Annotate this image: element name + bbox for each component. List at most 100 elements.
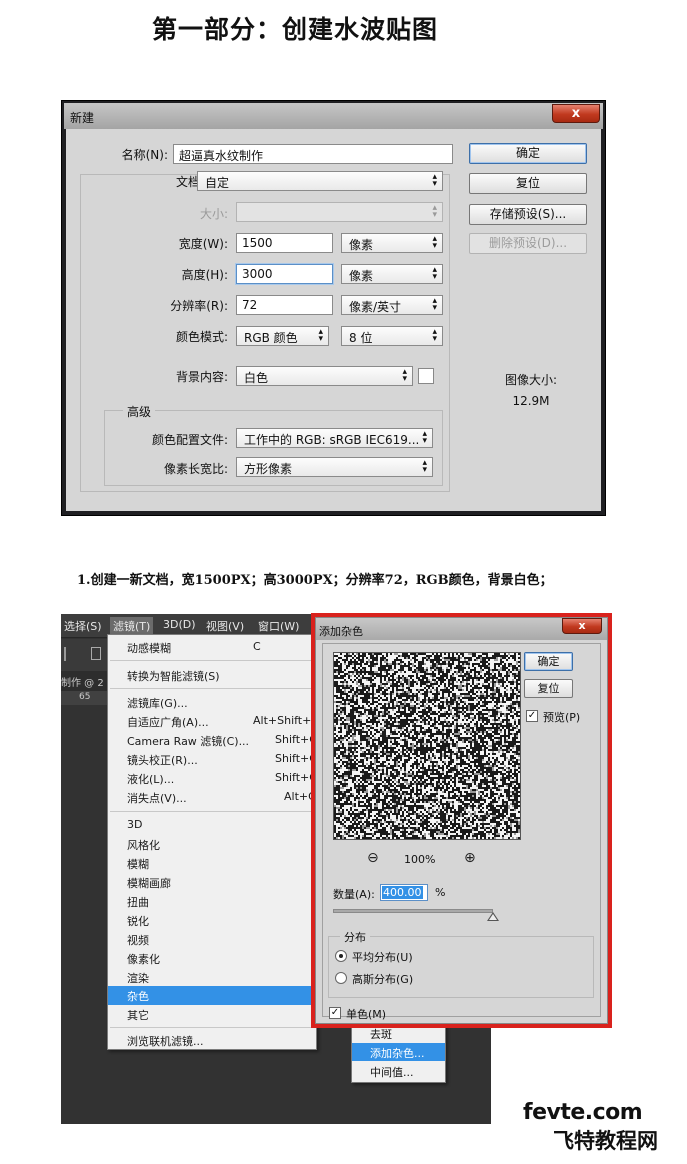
document-tab[interactable]: 制作 @ 2 xyxy=(61,674,104,689)
stepper-icon: ▴ ▾ xyxy=(422,458,427,475)
background-color-swatch[interactable] xyxy=(418,368,434,384)
menu-item[interactable]: 模糊 xyxy=(108,854,316,873)
height-input[interactable]: 3000 xyxy=(236,264,333,284)
dialog-body: ⊖ 100% ⊕ 数量(A): 400.00 % 分布 平均分布(U) 高斯分布… xyxy=(322,643,601,1021)
color-mode-label: 颜色模式: xyxy=(175,330,228,344)
ok-button[interactable]: 确定 xyxy=(469,143,587,164)
menu-item[interactable]: 自适应广角(A)... Alt+Shift+C xyxy=(108,712,319,731)
menu-separator xyxy=(110,688,316,689)
menu-item[interactable]: 扭曲 xyxy=(108,892,316,911)
menu-item[interactable]: 液化(L)... Shift+C xyxy=(108,769,317,788)
amount-unit: % xyxy=(435,886,446,899)
menu-item-noise[interactable]: 杂色 xyxy=(108,986,316,1005)
zoom-level: 100% xyxy=(404,853,436,866)
dialog-titlebar: 添加杂色 x xyxy=(316,618,607,640)
image-size-label: 图像大小: xyxy=(504,373,558,387)
uniform-label: 平均分布(U) xyxy=(352,951,413,964)
gaussian-radio[interactable] xyxy=(335,972,347,984)
width-label: 宽度(W): xyxy=(178,237,228,251)
menu-3d[interactable]: 3D(D) xyxy=(163,618,196,631)
close-button[interactable]: x xyxy=(552,104,600,123)
gaussian-label: 高斯分布(G) xyxy=(352,973,414,986)
pixel-aspect-select[interactable]: 方形像素 ▴ ▾ xyxy=(236,457,433,477)
menu-item-label: 消失点(V)... xyxy=(127,792,187,805)
menu-separator xyxy=(110,811,316,812)
add-noise-dialog: 添加杂色 x ⊖ 100% ⊕ 数量(A): 400.00 % 分布 平均分布(… xyxy=(315,617,608,1024)
resolution-unit-select[interactable]: 像素/英寸 ▴ ▾ xyxy=(341,295,443,315)
image-size-value: 12.9M xyxy=(512,394,550,408)
dialog-title: 添加杂色 xyxy=(319,625,363,638)
stepper-icon: ▴ ▾ xyxy=(432,327,437,344)
amount-slider-thumb[interactable] xyxy=(487,912,499,921)
pixel-aspect-value: 方形像素 xyxy=(244,462,293,476)
menu-item-label: 自适应广角(A)... xyxy=(127,716,209,729)
size-select: ▴ ▾ xyxy=(236,202,443,222)
menu-view[interactable]: 视图(V) xyxy=(206,618,244,634)
height-unit-select[interactable]: 像素 ▴ ▾ xyxy=(341,264,443,284)
menu-item[interactable]: 3D xyxy=(108,816,316,835)
submenu-item-add-noise[interactable]: 添加杂色... xyxy=(352,1043,445,1061)
menu-window[interactable]: 窗口(W) xyxy=(258,618,299,634)
menu-item[interactable]: 像素化 xyxy=(108,949,316,968)
menu-item[interactable]: 风格化 xyxy=(108,835,316,854)
dialog-title: 新建 xyxy=(70,111,95,125)
ruler-number: 65 xyxy=(79,692,91,702)
width-input[interactable]: 1500 xyxy=(236,233,333,253)
menu-item[interactable]: 镜头校正(R)... Shift+C xyxy=(108,750,317,769)
reset-button[interactable]: 复位 xyxy=(469,173,587,194)
submenu-item[interactable]: 中间值... xyxy=(352,1062,445,1080)
menu-item[interactable]: 滤镜库(G)... xyxy=(108,693,316,712)
stepper-icon: ▴ ▾ xyxy=(318,327,323,344)
menu-item-label: 扭曲 xyxy=(127,896,149,909)
step-instruction: 1.创建一新文档，宽1500PX；高3000PX；分辨率72，RGB颜色，背景白… xyxy=(77,573,553,588)
menu-item[interactable]: 消失点(V)... Alt+C xyxy=(108,788,316,807)
name-label: 名称(N): xyxy=(121,148,168,162)
ok-button[interactable]: 确定 xyxy=(524,652,573,671)
menu-filter[interactable]: 滤镜(T) xyxy=(110,617,154,635)
save-preset-button[interactable]: 存储预设(S)... xyxy=(469,204,587,225)
menu-item[interactable]: 动感模糊 C xyxy=(108,638,316,657)
width-unit-select[interactable]: 像素 ▴ ▾ xyxy=(341,233,443,253)
dialog-body: 名称(N): 超逼真水纹制作 文档类型: 自定 ▴▾ 大小: ▴▾ 宽度(W):… xyxy=(66,129,601,511)
preset-select[interactable]: 自定 ▴ ▾ xyxy=(197,171,443,191)
background-select[interactable]: 白色 ▴ ▾ xyxy=(236,366,413,386)
menu-item[interactable]: 渲染 xyxy=(108,968,316,987)
menu-select[interactable]: 选择(S) xyxy=(64,618,102,634)
stepper-icon: ▴ ▾ xyxy=(402,367,407,384)
color-mode-select[interactable]: RGB 颜色 ▴ ▾ xyxy=(236,326,329,346)
preview-checkbox[interactable]: ✓ xyxy=(526,710,538,722)
menu-separator xyxy=(110,660,316,661)
menu-item-label: Camera Raw 滤镜(C)... xyxy=(127,735,250,748)
close-button[interactable]: x xyxy=(562,618,602,634)
resolution-unit-value: 像素/英寸 xyxy=(349,300,402,314)
stepper-icon: ▴ ▾ xyxy=(432,296,437,313)
resolution-label: 分辨率(R): xyxy=(170,299,228,313)
zoom-out-icon[interactable]: ⊖ xyxy=(367,850,379,866)
new-document-dialog: 新建 x 名称(N): 超逼真水纹制作 文档类型: 自定 ▴▾ 大小: ▴▾ 宽… xyxy=(61,100,606,516)
noise-preview[interactable] xyxy=(333,652,521,840)
monochrome-checkbox[interactable]: ✓ xyxy=(329,1007,341,1019)
menu-item[interactable]: Camera Raw 滤镜(C)... Shift+C xyxy=(108,731,317,750)
bit-depth-select[interactable]: 8 位 ▴ ▾ xyxy=(341,326,443,346)
menu-item[interactable]: 转换为智能滤镜(S) xyxy=(108,666,316,685)
menu-item-label: 像素化 xyxy=(127,953,160,966)
amount-slider[interactable] xyxy=(333,909,493,913)
align-icon[interactable] xyxy=(91,647,101,660)
color-profile-select[interactable]: 工作中的 RGB: sRGB IEC619... ▴ ▾ xyxy=(236,428,433,448)
uniform-radio[interactable] xyxy=(335,950,347,962)
name-input[interactable]: 超逼真水纹制作 xyxy=(173,144,453,164)
color-mode-value: RGB 颜色 xyxy=(244,331,298,345)
menu-item[interactable]: 视频 xyxy=(108,930,316,949)
height-label: 高度(H): xyxy=(181,268,228,282)
resolution-input[interactable]: 72 xyxy=(236,295,333,315)
menu-item[interactable]: 浏览联机滤镜... xyxy=(108,1031,316,1050)
menu-item[interactable]: 模糊画廊 xyxy=(108,873,316,892)
amount-input[interactable]: 400.00 xyxy=(380,884,428,901)
menu-item-label: 液化(L)... xyxy=(127,773,175,786)
zoom-in-icon[interactable]: ⊕ xyxy=(464,850,476,866)
menu-item[interactable]: 其它 xyxy=(108,1005,316,1024)
menu-item-label: 模糊画廊 xyxy=(127,877,171,890)
menu-item[interactable]: 锐化 xyxy=(108,911,316,930)
reset-button[interactable]: 复位 xyxy=(524,679,573,698)
menu-item-label: 浏览联机滤镜... xyxy=(127,1035,204,1048)
